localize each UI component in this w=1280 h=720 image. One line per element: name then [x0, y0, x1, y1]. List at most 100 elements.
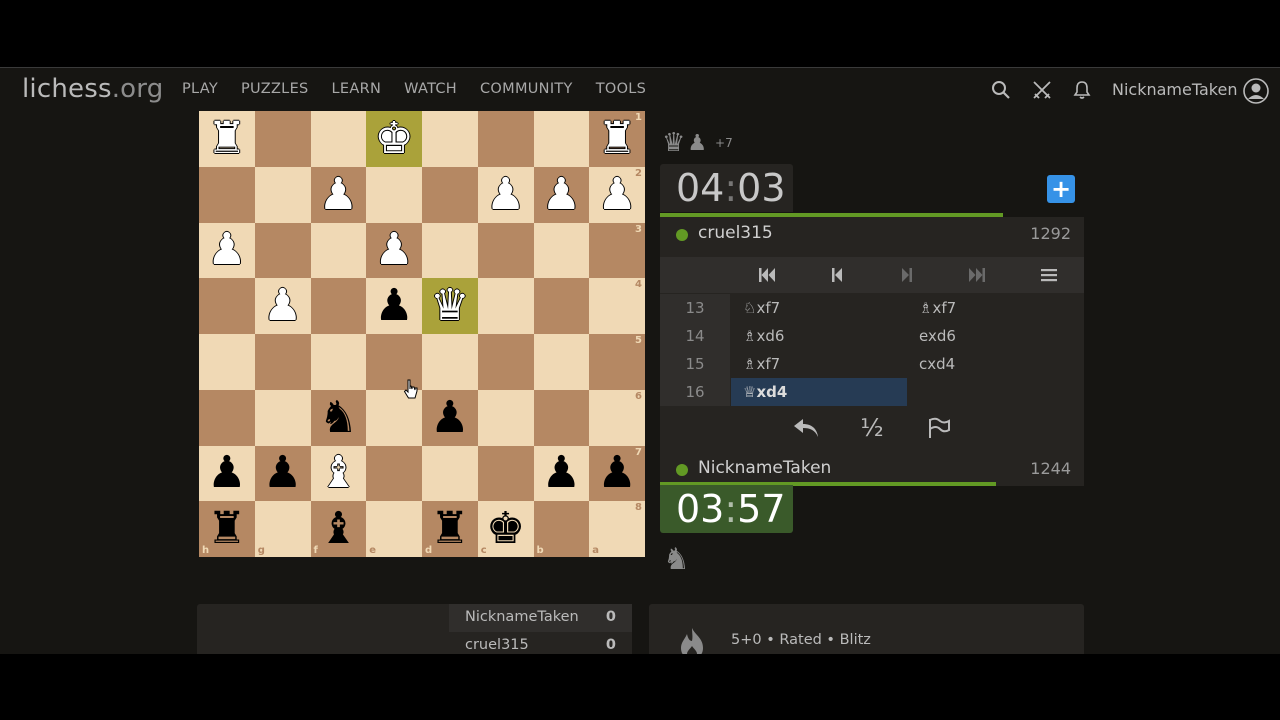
square-b3[interactable] [533, 222, 590, 279]
menu-icon[interactable] [1039, 265, 1059, 285]
current-move[interactable]: ♕xd4 [731, 378, 907, 406]
search-icon[interactable] [990, 79, 1012, 101]
square-f8[interactable]: ♝ f [310, 501, 367, 557]
white-pawn-piece[interactable]: ♟ [263, 284, 302, 328]
square-c5[interactable] [477, 334, 534, 390]
square-c3[interactable] [477, 222, 534, 279]
white-move[interactable]: ♗xd6 [731, 322, 907, 350]
square-d3[interactable] [422, 222, 478, 279]
square-b4[interactable] [533, 278, 590, 334]
square-a8[interactable]: 8a [589, 501, 645, 557]
first-move-icon[interactable] [757, 265, 777, 285]
white-pawn-piece[interactable]: ♟ [319, 172, 358, 217]
square-b1[interactable] [533, 111, 590, 167]
square-h8[interactable]: ♜ h [199, 501, 255, 557]
square-f7[interactable]: ♝ [310, 445, 367, 502]
black-move[interactable] [907, 378, 1084, 406]
white-rook-piece[interactable]: ♜ [597, 116, 636, 161]
white-pawn-piece[interactable]: ♟ [207, 228, 246, 272]
black-move[interactable]: cxd4 [907, 350, 1084, 378]
black-pawn-piece[interactable]: ♟ [374, 284, 413, 328]
black-knight-piece[interactable]: ♞ [319, 395, 358, 440]
square-h7[interactable]: ♟ [199, 445, 255, 502]
square-g1[interactable] [254, 111, 311, 167]
chess-board[interactable]: ♜ ♚ ♜ 1 ♟ ♟ ♟ ♟ 2 ♟ ♟ 3 ♟ ♟ ♛ 4 5 ♞ ♟ 6 ♟ ♟ ♝ ♟ ♟ 7 ♜ h g ♝ f e ♜ d ♚ c b 8 a [199, 111, 645, 557]
bell-icon[interactable] [1071, 79, 1093, 101]
square-f6[interactable]: ♞ [310, 389, 367, 446]
square-a3[interactable]: 3 [589, 222, 645, 279]
square-a7[interactable]: ♟ 7 [589, 445, 645, 502]
takeback-icon[interactable] [791, 414, 821, 442]
white-queen-piece[interactable]: ♛ [430, 284, 469, 328]
square-e1[interactable]: ♚ [366, 111, 422, 167]
previous-move-icon[interactable] [827, 265, 847, 285]
square-h5[interactable] [199, 334, 255, 390]
user-avatar-icon[interactable] [1243, 78, 1269, 104]
white-move[interactable]: ♘xf7 [731, 294, 907, 322]
square-d7[interactable] [422, 445, 478, 502]
square-d6[interactable]: ♟ [422, 389, 478, 446]
black-move[interactable]: exd6 [907, 322, 1084, 350]
white-pawn-piece[interactable]: ♟ [597, 172, 636, 217]
nav-puzzles[interactable]: PUZZLES [241, 81, 309, 97]
square-a4[interactable]: 4 [589, 278, 645, 334]
square-g6[interactable] [254, 389, 311, 446]
white-pawn-piece[interactable]: ♟ [486, 172, 525, 217]
black-bishop-piece[interactable]: ♝ [319, 507, 358, 551]
square-c4[interactable] [477, 278, 534, 334]
last-move-icon[interactable] [967, 265, 987, 285]
player-top-name[interactable]: cruel315 [698, 223, 773, 243]
square-b2[interactable]: ♟ [533, 166, 590, 223]
square-e8[interactable]: e [366, 501, 422, 557]
square-b5[interactable] [533, 334, 590, 390]
white-pawn-piece[interactable]: ♟ [374, 228, 413, 272]
square-g5[interactable] [254, 334, 311, 390]
white-pawn-piece[interactable]: ♟ [542, 172, 581, 217]
square-e7[interactable] [366, 445, 422, 502]
square-a1[interactable]: ♜ 1 [589, 111, 645, 167]
black-pawn-piece[interactable]: ♟ [542, 451, 581, 495]
crosstable-player[interactable]: cruel315 [465, 637, 529, 653]
square-d8[interactable]: ♜ d [422, 501, 478, 557]
square-f1[interactable] [310, 111, 367, 167]
black-rook-piece[interactable]: ♜ [207, 507, 246, 551]
square-h6[interactable] [199, 389, 255, 446]
nav-tools[interactable]: TOOLS [596, 81, 646, 97]
square-c1[interactable] [477, 111, 534, 167]
square-c6[interactable] [477, 389, 534, 446]
square-f2[interactable]: ♟ [310, 166, 367, 223]
black-pawn-piece[interactable]: ♟ [597, 451, 636, 495]
crosstable-player[interactable]: NicknameTaken [465, 609, 579, 625]
nav-community[interactable]: COMMUNITY [480, 81, 573, 97]
square-e4[interactable]: ♟ [366, 278, 422, 334]
square-c2[interactable]: ♟ [477, 166, 534, 223]
square-d1[interactable] [422, 111, 478, 167]
resign-flag-icon[interactable] [924, 414, 954, 442]
square-g8[interactable]: g [254, 501, 311, 557]
next-move-icon[interactable] [897, 265, 917, 285]
square-h1[interactable]: ♜ [199, 111, 255, 167]
square-b6[interactable] [533, 389, 590, 446]
add-time-button[interactable]: + [1047, 175, 1075, 203]
nav-play[interactable]: PLAY [182, 81, 218, 97]
white-rook-piece[interactable]: ♜ [207, 116, 246, 161]
square-f4[interactable] [310, 278, 367, 334]
square-a2[interactable]: ♟ 2 [589, 166, 645, 223]
black-pawn-piece[interactable]: ♟ [263, 451, 302, 495]
square-c7[interactable] [477, 445, 534, 502]
black-pawn-piece[interactable]: ♟ [207, 451, 246, 495]
nav-learn[interactable]: LEARN [332, 81, 382, 97]
square-b8[interactable]: b [533, 501, 590, 557]
square-h4[interactable] [199, 278, 255, 334]
square-e2[interactable] [366, 166, 422, 223]
square-g7[interactable]: ♟ [254, 445, 311, 502]
square-f5[interactable] [310, 334, 367, 390]
square-h3[interactable]: ♟ [199, 222, 255, 279]
square-a5[interactable]: 5 [589, 334, 645, 390]
site-logo[interactable]: lichess.org [22, 74, 163, 104]
square-c8[interactable]: ♚ c [477, 501, 534, 557]
square-h2[interactable] [199, 166, 255, 223]
player-bottom-name[interactable]: NicknameTaken [698, 458, 831, 478]
black-pawn-piece[interactable]: ♟ [430, 395, 469, 440]
square-f3[interactable] [310, 222, 367, 279]
